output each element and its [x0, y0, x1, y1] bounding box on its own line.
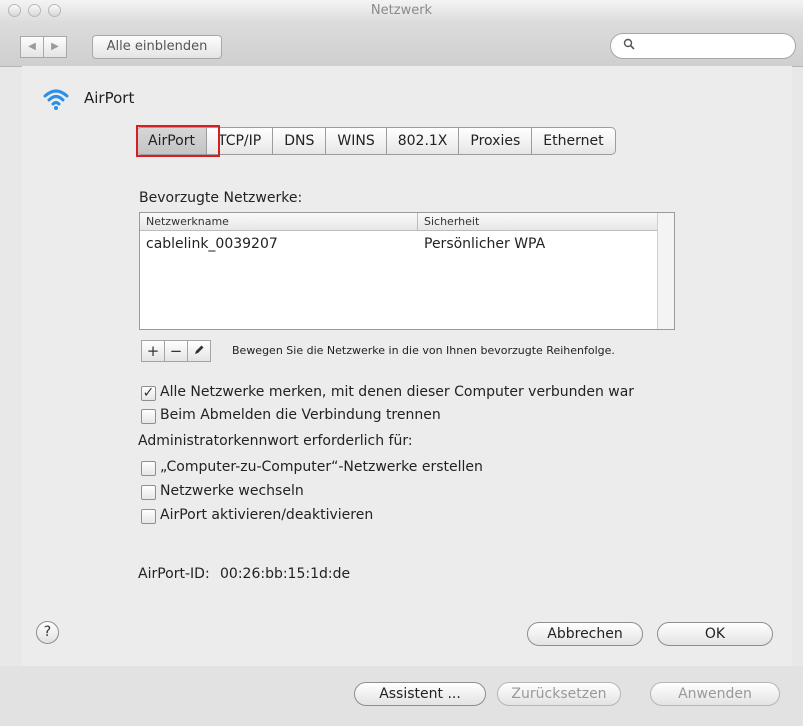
window-title: Netzwerk — [370, 3, 433, 18]
table-scrollbar[interactable] — [657, 213, 674, 329]
back-arrow-icon: ◀ — [28, 41, 36, 52]
close-window-button[interactable] — [8, 4, 21, 17]
disconnect-on-logout-label: Beim Abmelden die Verbindung trennen — [160, 407, 441, 423]
preferred-networks-heading: Bevorzugte Netzwerke: — [139, 190, 303, 206]
assistant-button[interactable]: Assistent ... — [354, 682, 486, 706]
change-networks-label: Netzwerke wechseln — [160, 483, 304, 499]
search-icon — [623, 38, 635, 54]
add-network-button[interactable]: + — [141, 340, 165, 362]
forward-button[interactable]: ▶ — [43, 36, 67, 58]
ok-button[interactable]: OK — [657, 622, 773, 646]
tab-proxies[interactable]: Proxies — [459, 127, 533, 155]
preferred-networks-table[interactable]: Netzwerkname Sicherheit cablelink_003920… — [139, 212, 675, 330]
security-cell: Persönlicher WPA — [424, 236, 546, 252]
network-list-controls: + − — [141, 340, 211, 362]
tab-dns[interactable]: DNS — [273, 127, 327, 155]
create-c2c-label: „Computer-zu-Computer“-Netzwerke erstell… — [160, 459, 483, 475]
toggle-airport-label: AirPort aktivieren/deaktivieren — [160, 507, 374, 523]
tab-wins[interactable]: WINS — [326, 127, 387, 155]
cancel-button[interactable]: Abbrechen — [527, 622, 643, 646]
help-button[interactable]: ? — [36, 621, 59, 644]
question-mark-icon: ? — [43, 624, 52, 640]
admin-password-heading: Administratorkennwort erforderlich für: — [138, 433, 413, 449]
back-button[interactable]: ◀ — [20, 36, 44, 58]
window: Netzwerk ◀ ▶ Alle einblenden AirPort Air… — [0, 0, 803, 726]
airport-id-label: AirPort-ID: — [138, 566, 210, 582]
tab-ethernet[interactable]: Ethernet — [532, 127, 616, 155]
checkmark-icon: ✓ — [142, 385, 155, 401]
title-bar: Netzwerk — [0, 0, 803, 22]
create-c2c-checkbox[interactable] — [141, 461, 156, 476]
apply-button[interactable]: Anwenden — [650, 682, 780, 706]
highlight-box — [136, 125, 220, 157]
disconnect-on-logout-checkbox[interactable] — [141, 409, 156, 424]
network-name-cell: cablelink_0039207 — [146, 236, 278, 252]
edit-network-button[interactable] — [187, 340, 211, 362]
pencil-icon — [193, 342, 205, 360]
toggle-airport-checkbox[interactable] — [141, 509, 156, 524]
remove-network-button[interactable]: − — [164, 340, 188, 362]
service-title: AirPort — [84, 89, 135, 107]
search-field[interactable] — [610, 33, 796, 59]
tab-8021x[interactable]: 802.1X — [386, 127, 460, 155]
forward-arrow-icon: ▶ — [51, 41, 59, 52]
wifi-icon — [42, 87, 70, 111]
revert-button[interactable]: Zurücksetzen — [497, 682, 621, 706]
change-networks-checkbox[interactable] — [141, 485, 156, 500]
show-all-button[interactable]: Alle einblenden — [92, 35, 222, 59]
remember-networks-label: Alle Netzwerke merken, mit denen dieser … — [160, 384, 635, 400]
minimize-window-button[interactable] — [28, 4, 41, 17]
airport-id-value: 00:26:bb:15:1d:de — [220, 566, 351, 582]
reorder-hint: Bewegen Sie die Netzwerke in die von Ihn… — [232, 344, 615, 357]
zoom-window-button[interactable] — [48, 4, 61, 17]
column-header-network-name[interactable]: Netzwerkname — [140, 213, 418, 231]
toolbar: ◀ ▶ Alle einblenden — [0, 22, 803, 67]
remember-networks-checkbox[interactable]: ✓ — [141, 386, 156, 401]
column-header-security[interactable]: Sicherheit — [418, 213, 658, 231]
